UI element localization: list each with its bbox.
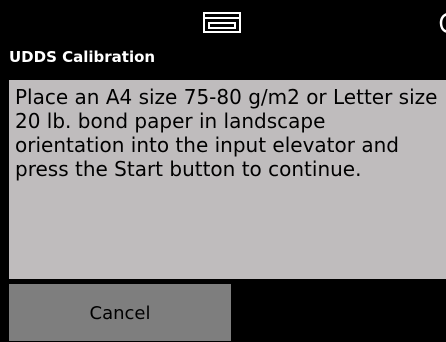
instruction-message: Place an A4 size 75-80 g/m2 or Letter si… xyxy=(15,85,438,181)
status-bar xyxy=(0,0,446,36)
paper-tray-icon xyxy=(203,12,241,33)
page-title: UDDS Calibration xyxy=(9,48,156,66)
title-bar: UDDS Calibration xyxy=(0,36,446,79)
partial-status-icon xyxy=(439,13,446,33)
button-bar: Cancel xyxy=(0,279,446,341)
cancel-button[interactable]: Cancel xyxy=(9,284,231,341)
message-panel: Place an A4 size 75-80 g/m2 or Letter si… xyxy=(9,80,446,279)
